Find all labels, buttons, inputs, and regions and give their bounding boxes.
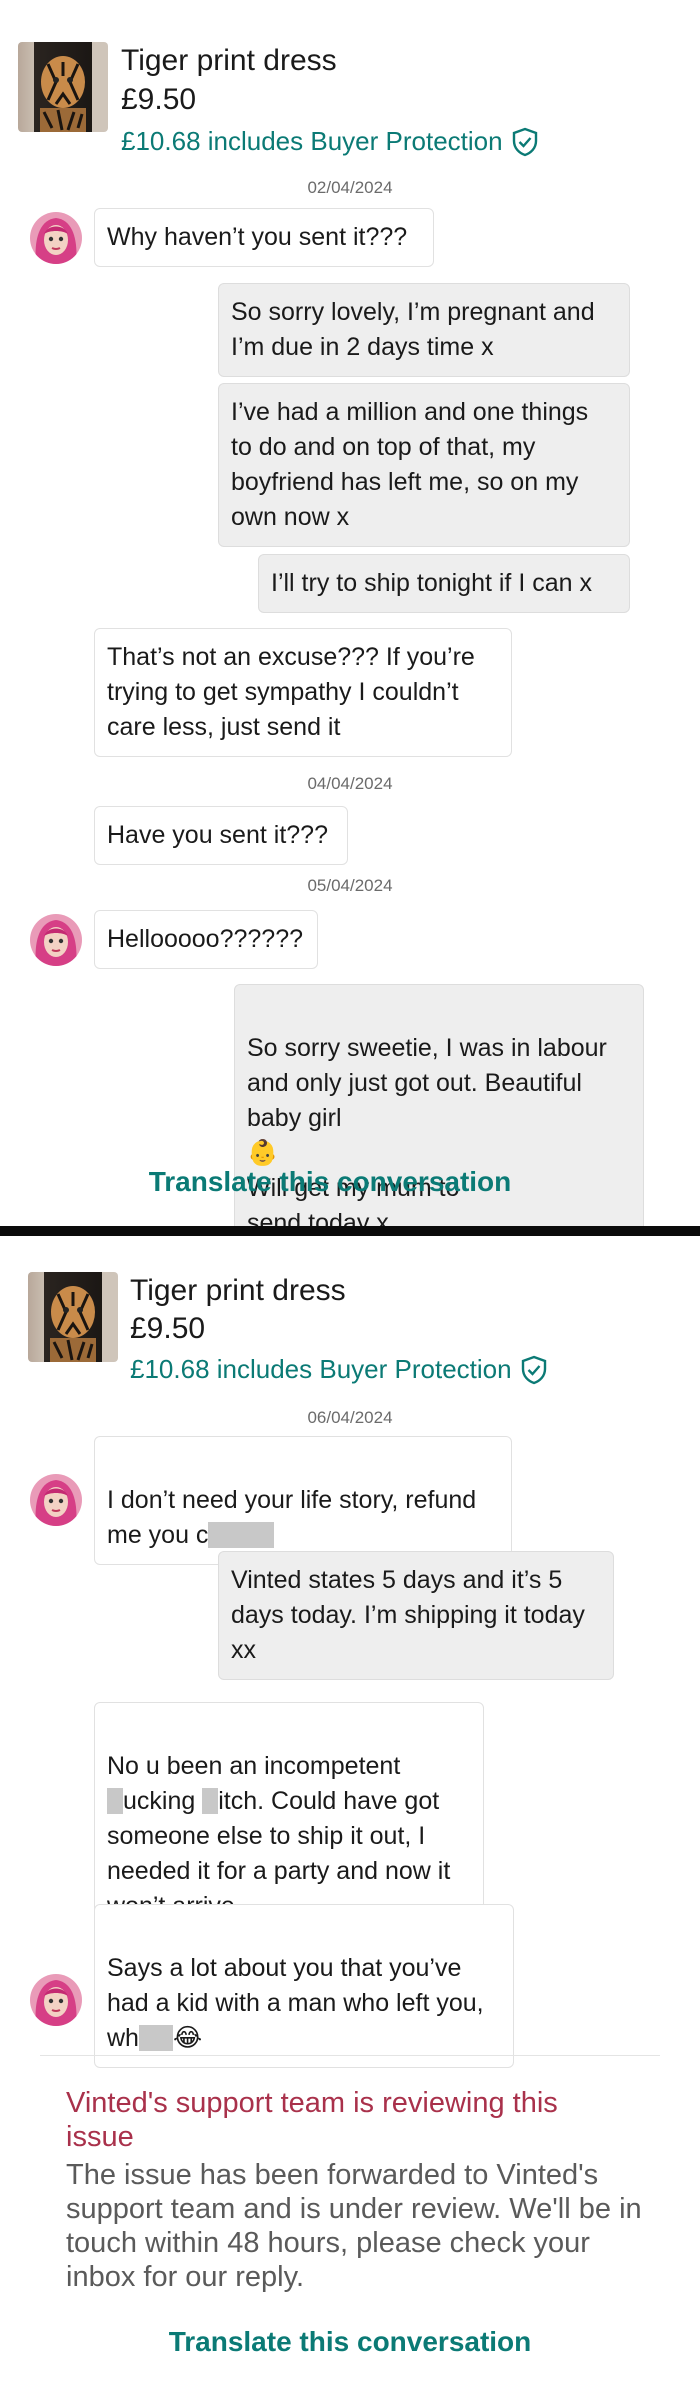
item-thumbnail[interactable] [28, 1272, 118, 1362]
message-incoming: Why haven’t you sent it??? [94, 208, 434, 267]
shield-check-icon [521, 1355, 546, 1384]
message-incoming: That’s not an excuse??? If you’re trying… [94, 628, 512, 757]
baby-emoji: 👶 [247, 1139, 279, 1167]
message-text: Says a lot about you that you’ve had a k… [107, 1954, 484, 2017]
message-incoming: No u been an incompetent ucking itch. Cou… [94, 1702, 484, 1936]
message-incoming: I don’t need your life story, refund me y… [94, 1436, 512, 1565]
message-outgoing: So sorry sweetie, I was in labour and on… [234, 984, 644, 1253]
support-review-title: Vinted's support team is reviewing this … [66, 2087, 558, 2153]
shield-check-icon [512, 127, 537, 156]
message-text: itch. Could have got [218, 1787, 440, 1815]
message-text: wh [107, 2024, 139, 2052]
item-title[interactable]: Tiger print dress [130, 1274, 346, 1308]
item-thumbnail[interactable] [18, 42, 108, 132]
buyer-protection-label: £10.68 includes Buyer Protection [121, 126, 503, 156]
message-outgoing: So sorry lovely, I’m pregnant and I’m du… [218, 283, 630, 377]
doll-avatar-icon [30, 1474, 82, 1526]
user-avatar[interactable] [30, 1974, 82, 2026]
censor-block [202, 1788, 219, 1814]
support-review-message: The issue has been forwarded to Vinted's… [66, 2159, 642, 2293]
doll-avatar-icon [30, 914, 82, 966]
censor-block [107, 1788, 123, 1814]
conversation-screenshot-1: Tiger print dress £9.50 £10.68 includes … [0, 0, 700, 1253]
message-text: me you c [107, 1521, 209, 1549]
user-avatar[interactable] [30, 1474, 82, 1526]
message-text: I don’t need your life story, refund [107, 1486, 477, 1514]
censor-block [138, 2025, 173, 2051]
buyer-protection-label: £10.68 includes Buyer Protection [130, 1354, 512, 1384]
doll-avatar-icon [30, 212, 82, 264]
message-incoming: Says a lot about you that you’ve had a k… [94, 1904, 514, 2068]
buyer-protection[interactable]: £10.68 includes Buyer Protection [121, 126, 539, 157]
message-incoming: Hellooooo?????? [94, 910, 318, 969]
message-outgoing: I’ll try to ship tonight if I can x [258, 554, 630, 613]
date-separator: 06/04/2024 [307, 1408, 393, 1427]
user-avatar[interactable] [30, 212, 82, 264]
censor-block [208, 1522, 275, 1548]
message-outgoing: Vinted states 5 days and it’s 5 days tod… [218, 1551, 614, 1680]
message-text: So sorry sweetie, I was in labour and on… [247, 1034, 607, 1132]
tiger-print-icon [50, 1286, 96, 1362]
item-title[interactable]: Tiger print dress [121, 44, 337, 78]
laughing-emoji: 😂 [172, 2024, 203, 2052]
screenshot-divider [0, 1226, 700, 1236]
date-separator: 05/04/2024 [307, 876, 393, 895]
translate-conversation-link[interactable]: Translate this conversation [0, 2326, 700, 2358]
user-avatar[interactable] [30, 914, 82, 966]
conversation-screenshot-2: Tiger print dress £9.50 £10.68 includes … [0, 1236, 700, 2384]
date-separator: 04/04/2024 [307, 774, 393, 793]
item-price: £9.50 [121, 83, 197, 116]
message-text: No u been an incompetent [107, 1752, 401, 1780]
message-outgoing: I’ve had a million and one things to do … [218, 383, 630, 547]
item-price: £9.50 [130, 1312, 206, 1345]
message-incoming: Have you sent it??? [94, 806, 348, 865]
doll-avatar-icon [30, 1974, 82, 2026]
buyer-protection[interactable]: £10.68 includes Buyer Protection [130, 1354, 548, 1385]
date-separator: 02/04/2024 [307, 178, 393, 197]
section-divider [40, 2055, 660, 2056]
tiger-print-icon [40, 56, 86, 132]
message-text: ucking [123, 1787, 196, 1815]
translate-conversation-link[interactable]: Translate this conversation [0, 1166, 660, 1198]
